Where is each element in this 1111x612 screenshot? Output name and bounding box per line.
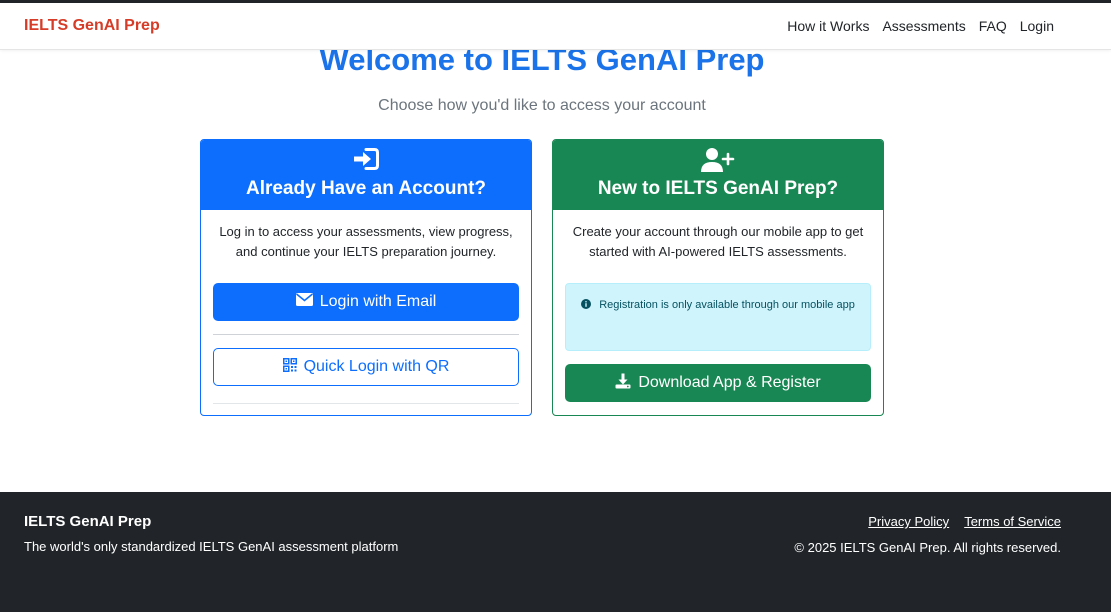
footer-tagline: The world's only standardized IELTS GenA… (24, 539, 399, 554)
card-bottom-divider (213, 403, 519, 404)
divider (213, 334, 519, 335)
login-with-email-label: Login with Email (319, 293, 437, 310)
page-subtitle: Choose how you'd like to access your acc… (378, 97, 706, 114)
envelope-icon (295, 293, 313, 311)
info-circle-icon (581, 299, 599, 311)
nav-link-how-it-works[interactable]: How it Works (787, 18, 869, 34)
register-card: New to IELTS GenAI Prep? Create your acc… (552, 139, 884, 416)
login-card-text: Log in to access your assessments, view … (219, 224, 513, 259)
quick-login-qr-button[interactable]: Quick Login with QR (213, 348, 519, 386)
register-card-title: New to IELTS GenAI Prep? (597, 178, 839, 199)
navbar: IELTS GenAI Prep How it Works Assessment… (0, 3, 1111, 50)
register-card-header: New to IELTS GenAI Prep? (553, 140, 883, 210)
download-app-register-button[interactable]: Download App & Register (565, 364, 871, 402)
registration-info-alert: Registration is only available through o… (565, 283, 871, 351)
login-card-title: Already Have an Account? (245, 178, 487, 199)
login-with-email-button[interactable]: Login with Email (213, 283, 519, 321)
login-card: Already Have an Account? Log in to acces… (200, 139, 532, 416)
footer: IELTS GenAI Prep The world's only standa… (0, 492, 1111, 612)
nav-link-assessments[interactable]: Assessments (882, 18, 965, 34)
user-plus-icon (553, 140, 883, 178)
nav-link-login[interactable]: Login (1020, 18, 1054, 34)
download-app-register-label: Download App & Register (638, 374, 821, 391)
footer-brand: IELTS GenAI Prep (24, 513, 152, 530)
privacy-policy-link[interactable]: Privacy Policy (868, 514, 949, 529)
footer-links: Privacy Policy Terms of Service (868, 514, 1061, 529)
registration-info-text: Registration is only available through o… (599, 299, 855, 311)
navbar-brand[interactable]: IELTS GenAI Prep (24, 17, 160, 35)
sign-in-icon (201, 140, 531, 178)
nav-link-faq[interactable]: FAQ (979, 18, 1007, 34)
footer-copyright: © 2025 IELTS GenAI Prep. All rights rese… (794, 540, 1061, 555)
qr-code-icon (282, 357, 297, 377)
download-icon (615, 373, 631, 394)
quick-login-qr-label: Quick Login with QR (303, 358, 450, 375)
login-card-header: Already Have an Account? (201, 140, 531, 210)
register-card-text: Create your account through our mobile a… (572, 224, 864, 259)
nav-links: How it Works Assessments FAQ Login (787, 18, 1054, 34)
terms-of-service-link[interactable]: Terms of Service (964, 514, 1061, 529)
